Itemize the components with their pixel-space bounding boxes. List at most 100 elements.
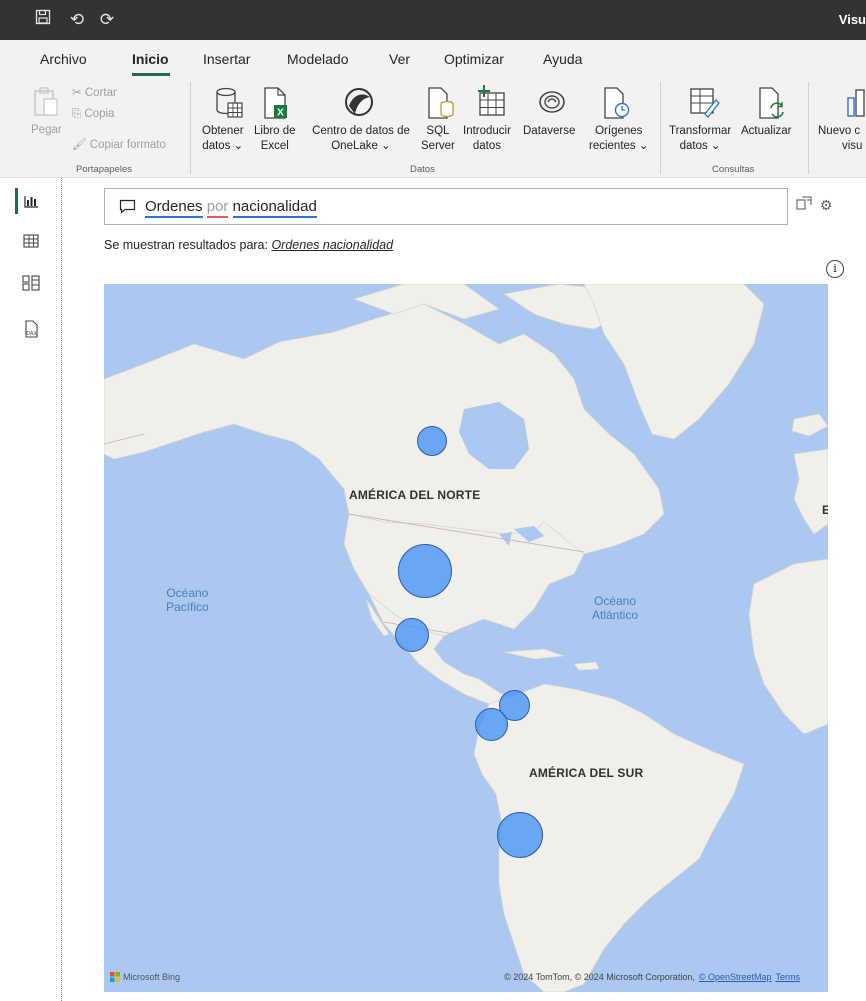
sql-label-2: Server [421, 140, 455, 152]
recent-sources-button[interactable]: Orígenes recientes ⌄ [589, 124, 649, 154]
scissors-icon: ✂ [72, 87, 85, 99]
model-view-icon[interactable] [18, 270, 44, 296]
ribbon: Pegar ✂ Cortar ⎘ Copia 🖌 Copiar formato … [0, 76, 866, 178]
undo-icon[interactable]: ⟲ [64, 8, 90, 32]
enter-data-label-2: datos [472, 140, 502, 152]
excel-button[interactable]: Libro de Excel [254, 124, 296, 154]
transform-label-2: datos ⌄ [679, 140, 721, 152]
refresh-icon[interactable] [757, 86, 787, 125]
excel-label-2: Excel [260, 140, 289, 152]
get-data-label-2: datos ⌄ [202, 140, 244, 152]
qa-toolbar: ⚙ [796, 196, 832, 214]
format-painter-icon: 🖌 [72, 139, 90, 151]
ribbon-separator [660, 82, 661, 174]
bubble-canada[interactable] [417, 426, 447, 456]
pacific-label-1: Océano [166, 586, 209, 600]
map-visual[interactable]: AMÉRICA DEL NORTE AMÉRICA DEL SUR E Océa… [104, 284, 828, 992]
qa-query-text: Ordenes por nacionalidad [145, 198, 317, 218]
results-line: Se muestran resultados para: Ordenes nac… [104, 238, 393, 252]
recent-label: Orígenes [595, 125, 643, 137]
bubble-united-states[interactable] [398, 544, 452, 598]
paste-button[interactable]: Pegar [31, 123, 62, 138]
qa-term-por: por [206, 198, 229, 218]
dax-query-view-icon[interactable]: DAX [18, 316, 44, 342]
tab-ver[interactable]: Ver [389, 51, 410, 67]
onelake-label-2: OneLake ⌄ [331, 140, 391, 152]
excel-icon[interactable]: X [262, 86, 290, 125]
sql-server-button[interactable]: SQL Server [421, 124, 455, 154]
table-view-icon[interactable] [18, 228, 44, 254]
label-atlantic-ocean: Océano Atlántico [592, 594, 638, 622]
label-pacific-ocean: Océano Pacífico [166, 586, 209, 614]
excel-label: Libro de [254, 125, 296, 137]
transform-data-icon[interactable] [688, 86, 720, 125]
copy-format-label: Copiar formato [89, 139, 166, 151]
sql-server-icon[interactable] [426, 86, 456, 125]
dataverse-button[interactable]: Dataverse [523, 124, 575, 139]
enter-data-icon[interactable] [474, 84, 508, 123]
cut-label: Cortar [84, 87, 117, 99]
convert-to-visual-icon[interactable] [796, 196, 816, 213]
enter-data-button[interactable]: Introducir datos [463, 124, 511, 154]
bubble-chile[interactable] [497, 812, 543, 858]
group-consultas: Consultas [712, 164, 755, 175]
dataverse-icon[interactable] [536, 88, 568, 121]
title-bar: ⟲ ⟳ Visu [0, 0, 866, 40]
new-visual-icon[interactable] [844, 88, 866, 123]
transform-data-button[interactable]: Transformar datos ⌄ [669, 124, 731, 154]
transform-label: Transformar [669, 125, 732, 137]
new-visual-button[interactable]: Nuevo c visu [818, 124, 862, 154]
tab-inicio[interactable]: Inicio [132, 51, 169, 67]
terms-link[interactable]: Terms [776, 972, 801, 982]
view-navigation: DAX [0, 178, 62, 1001]
tab-archivo[interactable]: Archivo [40, 51, 87, 67]
new-visual-label-2: visu [842, 140, 863, 152]
tab-optimizar[interactable]: Optimizar [444, 51, 504, 67]
tab-insertar[interactable]: Insertar [203, 51, 250, 67]
atlantic-label-1: Océano [594, 594, 637, 608]
sql-label: SQL [426, 125, 450, 137]
gear-icon[interactable]: ⚙ [820, 197, 833, 213]
ribbon-separator [190, 82, 191, 174]
results-prefix: Se muestran resultados para: [104, 238, 272, 252]
bing-label: Microsoft Bing [123, 972, 181, 982]
bubble-ecuador[interactable] [475, 708, 508, 741]
copy-format-button[interactable]: 🖌 Copiar formato [72, 138, 166, 153]
attribution-text: © 2024 TomTom, © 2024 Microsoft Corporat… [504, 972, 695, 982]
onelake-icon[interactable] [343, 86, 375, 123]
onelake-label: Centro de datos de [312, 125, 410, 137]
refresh-button[interactable]: Actualizar [741, 124, 792, 139]
group-portapapeles: Portapapeles [76, 164, 132, 175]
label-north-america: AMÉRICA DEL NORTE [349, 488, 481, 502]
label-south-america: AMÉRICA DEL SUR [529, 766, 644, 780]
info-icon[interactable]: i [826, 260, 844, 278]
atlantic-label-2: Atlántico [592, 608, 639, 622]
bubble-mexico[interactable] [395, 618, 429, 652]
get-data-button[interactable]: Obtener datos ⌄ [202, 124, 244, 154]
paste-icon[interactable] [32, 86, 60, 123]
tab-ayuda[interactable]: Ayuda [543, 51, 582, 67]
map-attribution: © 2024 TomTom, © 2024 Microsoft Corporat… [504, 972, 800, 982]
qa-term-ordenes: Ordenes [145, 198, 203, 218]
tab-modelado[interactable]: Modelado [287, 51, 349, 67]
label-europe-fragment: E [822, 503, 828, 517]
map-basemap [104, 284, 828, 992]
qa-input[interactable]: Ordenes por nacionalidad [104, 188, 788, 225]
new-visual-label: Nuevo c [818, 125, 861, 137]
chat-bubble-icon [119, 199, 136, 219]
cut-button[interactable]: ✂ Cortar [72, 86, 117, 101]
get-data-icon[interactable] [214, 86, 244, 125]
qa-term-nacionalidad: nacionalidad [232, 198, 317, 218]
redo-icon[interactable]: ⟳ [94, 8, 120, 32]
copy-button[interactable]: ⎘ Copia [72, 107, 114, 122]
enter-data-label: Introducir [463, 125, 511, 137]
save-icon[interactable] [30, 8, 56, 32]
osm-link[interactable]: © OpenStreetMap [699, 972, 772, 982]
recent-sources-icon[interactable] [602, 86, 632, 125]
report-view-icon[interactable] [18, 188, 44, 214]
results-link[interactable]: Ordenes nacionalidad [271, 238, 393, 252]
ribbon-separator [808, 82, 809, 174]
microsoft-logo-icon [110, 972, 120, 982]
onelake-button[interactable]: Centro de datos de OneLake ⌄ [306, 124, 416, 154]
pacific-label-2: Pacífico [166, 600, 209, 614]
